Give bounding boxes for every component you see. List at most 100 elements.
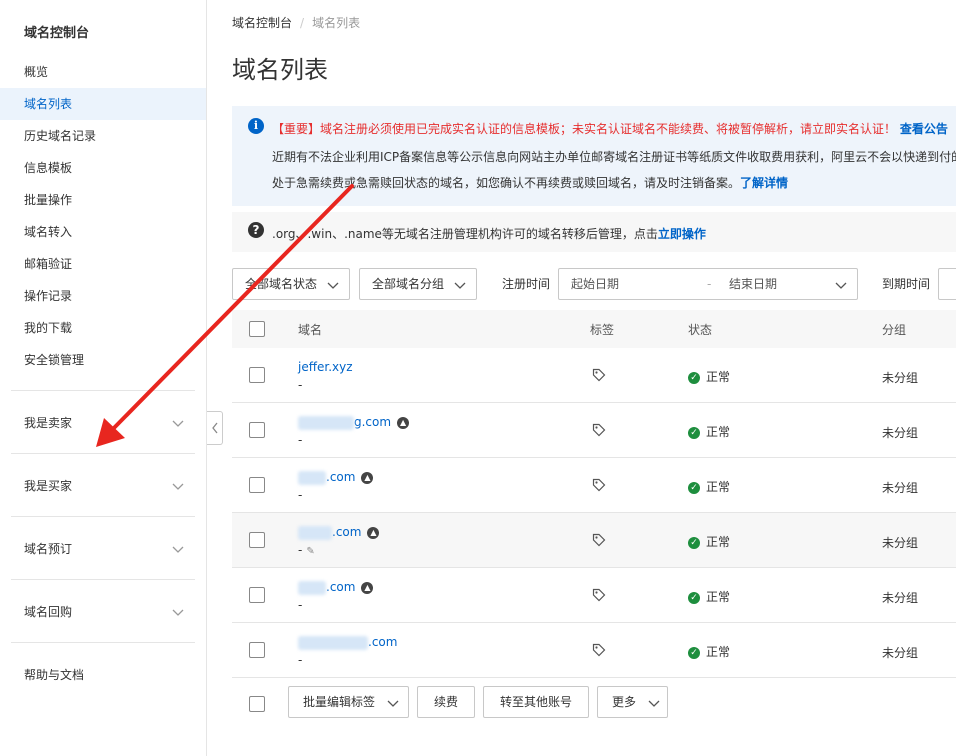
- domain-subtext: - ✎: [298, 543, 315, 557]
- status-filter-select[interactable]: 全部域名状态: [232, 268, 350, 300]
- domain-link[interactable]: .com: [326, 470, 355, 484]
- col-domain-header: 域名: [298, 323, 323, 337]
- sidebar-item-operation-log[interactable]: 操作记录: [0, 280, 206, 312]
- transfer-tip-banner: ? .org、.win、.name等无域名注册管理机构许可的域名转移后管理，点击…: [232, 212, 956, 252]
- chevron-down-icon: [387, 700, 399, 707]
- status-text: 正常: [706, 535, 731, 549]
- table-row: jeffer.xyz - ✓ 正常 未分组: [232, 348, 956, 403]
- domain-link[interactable]: .com: [368, 635, 397, 649]
- redacted-text: [298, 635, 368, 650]
- tag-icon[interactable]: [592, 423, 606, 437]
- sidebar-item-email-verify[interactable]: 邮箱验证: [0, 248, 206, 280]
- redacted-text: [298, 525, 332, 540]
- chevron-down-icon: [835, 282, 847, 289]
- tag-icon[interactable]: [592, 478, 606, 492]
- sidebar-divider: [11, 516, 195, 517]
- col-status-header: 状态: [688, 323, 713, 337]
- row-checkbox[interactable]: [249, 642, 265, 658]
- sidebar-divider: [11, 579, 195, 580]
- sidebar-item-downloads[interactable]: 我的下载: [0, 312, 206, 344]
- status-cell: ✓ 正常: [688, 423, 730, 440]
- lock-badge-icon: ▲: [367, 526, 380, 539]
- sidebar-item-batch[interactable]: 批量操作: [0, 184, 206, 216]
- domain-link[interactable]: g.com: [354, 415, 391, 429]
- group-cell: 未分组: [882, 426, 919, 440]
- table-row: .com - ✓ 正常 未分组: [232, 623, 956, 678]
- redacted-text: [298, 470, 326, 485]
- domain-subtext-value: -: [298, 378, 303, 392]
- domain-subtext-value: -: [298, 433, 303, 447]
- page-title: 域名列表: [232, 56, 328, 84]
- edit-icon[interactable]: ✎: [306, 546, 314, 557]
- status-text: 正常: [706, 480, 731, 494]
- transfer-now-link[interactable]: 立即操作: [658, 227, 706, 241]
- status-filter-value: 全部域名状态: [245, 277, 318, 291]
- row-checkbox[interactable]: [249, 477, 265, 493]
- sidebar-item-history[interactable]: 历史域名记录: [0, 120, 206, 152]
- domain-name: jeffer.xyz: [298, 360, 353, 374]
- domain-name: g.com ▲: [298, 415, 410, 430]
- tag-icon[interactable]: [592, 368, 606, 382]
- sidebar-item-templates[interactable]: 信息模板: [0, 152, 206, 184]
- sidebar: 域名控制台 概览 域名列表 历史域名记录 信息模板 批量操作 域名转入 邮箱验证…: [0, 0, 207, 756]
- row-checkbox[interactable]: [249, 422, 265, 438]
- tag-icon[interactable]: [592, 643, 606, 657]
- batch-action-bar: 批量编辑标签 续费 转至其他账号 更多: [232, 686, 956, 718]
- tag-icon[interactable]: [592, 533, 606, 547]
- sidebar-collapse-button[interactable]: [207, 411, 223, 445]
- tag-icon[interactable]: [592, 588, 606, 602]
- chevron-down-icon: [172, 483, 184, 490]
- group-cell: 未分组: [882, 536, 919, 550]
- sidebar-group-reserve[interactable]: 域名预订: [0, 529, 206, 569]
- reg-date-range-picker[interactable]: 起始日期 - 结束日期: [558, 268, 858, 300]
- sidebar-group-label: 域名回购: [24, 605, 73, 619]
- domain-subtext-value: -: [298, 598, 303, 612]
- domain-subtext: -: [298, 653, 302, 667]
- notice-line3-text: 处于急需续费或急需赎回状态的域名，如您确认不再续费或赎回域名，请及时注销备案。: [272, 176, 741, 190]
- row-checkbox[interactable]: [249, 532, 265, 548]
- sidebar-item-help[interactable]: 帮助与文档: [0, 659, 206, 691]
- batch-edit-tag-label: 批量编辑标签: [303, 695, 376, 709]
- row-checkbox[interactable]: [249, 367, 265, 383]
- notice-line3: 处于急需续费或急需赎回状态的域名，如您确认不再续费或赎回域名，请及时注销备案。了…: [272, 174, 788, 191]
- select-all-checkbox[interactable]: [249, 321, 265, 337]
- redacted-text: [298, 415, 354, 430]
- transfer-account-button[interactable]: 转至其他账号: [483, 686, 589, 718]
- table-row: .com ▲ - ✓ 正常 未分组: [232, 568, 956, 623]
- sidebar-group-buyer[interactable]: 我是买家: [0, 466, 206, 506]
- renew-button[interactable]: 续费: [417, 686, 475, 718]
- domain-name: .com ▲: [298, 525, 380, 540]
- breadcrumb-current: 域名列表: [312, 16, 361, 30]
- notice-announcement-link[interactable]: 查看公告: [900, 122, 948, 136]
- sidebar-item-security-lock[interactable]: 安全锁管理: [0, 344, 206, 376]
- domain-link[interactable]: jeffer.xyz: [298, 360, 353, 374]
- notice-important: 【重要】域名注册必须使用已完成实名认证的信息模板；未实名认证域名不能续费、将被暂…: [272, 120, 948, 137]
- sidebar-title: 域名控制台: [24, 26, 90, 41]
- sidebar-item-overview[interactable]: 概览: [0, 56, 206, 88]
- row-checkbox[interactable]: [249, 587, 265, 603]
- chevron-down-icon: [172, 546, 184, 553]
- bottom-select-all-checkbox[interactable]: [249, 696, 265, 712]
- sidebar-item-transfer-in[interactable]: 域名转入: [0, 216, 206, 248]
- batch-edit-tag-button[interactable]: 批量编辑标签: [288, 686, 409, 718]
- sidebar-group-buyback[interactable]: 域名回购: [0, 592, 206, 632]
- expire-date-range-picker[interactable]: [938, 268, 956, 300]
- chevron-down-icon: [172, 420, 184, 427]
- notice-banner: i 【重要】域名注册必须使用已完成实名认证的信息模板；未实名认证域名不能续费、将…: [232, 106, 956, 206]
- notice-learn-more-link[interactable]: 了解详情: [740, 176, 788, 190]
- domain-subtext: -: [298, 433, 302, 447]
- lock-badge-icon: ▲: [361, 581, 374, 594]
- date-range-separator: -: [707, 277, 712, 291]
- sidebar-item-domain-list[interactable]: 域名列表: [0, 88, 206, 120]
- sidebar-divider: [11, 453, 195, 454]
- breadcrumb-root[interactable]: 域名控制台: [232, 16, 292, 30]
- domain-link[interactable]: .com: [332, 525, 361, 539]
- chevron-down-icon: [172, 609, 184, 616]
- domain-link[interactable]: .com: [326, 580, 355, 594]
- filter-bar: 全部域名状态 全部域名分组 注册时间 起始日期 - 结束日期 到期时间: [232, 268, 956, 300]
- sidebar-group-seller[interactable]: 我是卖家: [0, 403, 206, 443]
- more-button[interactable]: 更多: [597, 686, 668, 718]
- sidebar-group-label: 我是卖家: [24, 416, 73, 430]
- group-filter-select[interactable]: 全部域名分组: [359, 268, 477, 300]
- domain-subtext-value: -: [298, 653, 303, 667]
